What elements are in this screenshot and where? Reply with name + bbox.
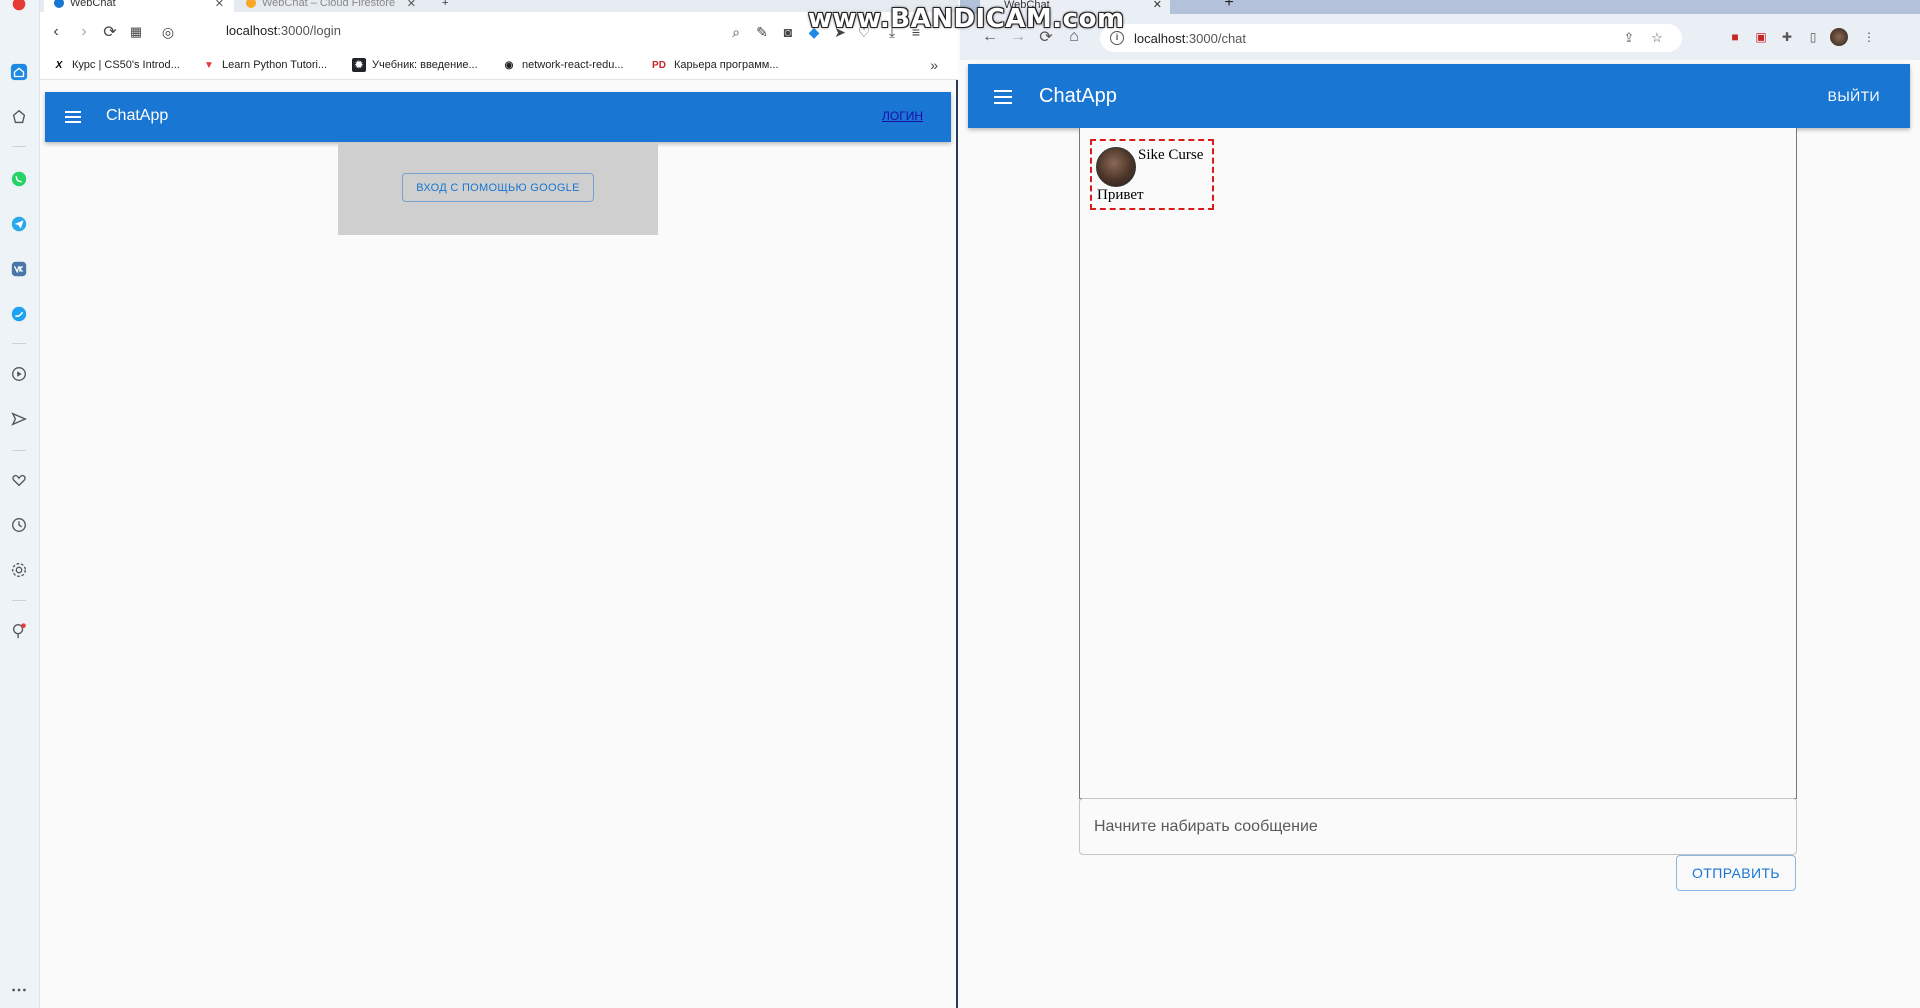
bookmark-item[interactable]: ✹ Учебник: введение... (352, 58, 478, 72)
bookmark-favicon-icon: X (55, 59, 63, 71)
extensions-puzzle-icon[interactable]: ✚ (1778, 28, 1796, 46)
speed-dial-icon[interactable] (9, 107, 29, 127)
whatsapp-icon[interactable] (9, 169, 29, 189)
bookmark-item[interactable]: PD Карьера программ... (650, 58, 779, 72)
chrome-menu-icon[interactable]: ⋮ (1860, 28, 1878, 46)
url-host: localhost (226, 23, 278, 38)
app-title: ChatApp (1039, 85, 1117, 107)
address-bar[interactable]: i localhost:3000/chat ⇪ ☆ (1100, 24, 1682, 52)
bookmark-favicon-icon: ◉ (504, 59, 514, 71)
chat-messages-area[interactable]: Sike Curse Привет (1079, 128, 1797, 799)
forward-icon[interactable]: › (74, 22, 94, 42)
close-window-icon[interactable] (9, 0, 29, 14)
send-icon[interactable] (9, 409, 29, 429)
message-text: Привет (1097, 187, 1144, 203)
settings-icon[interactable] (9, 560, 29, 580)
tab-grid-icon[interactable]: ▦ (126, 22, 146, 42)
bookmark-label: Learn Python Tutori... (222, 59, 328, 71)
message-input-field[interactable] (1079, 798, 1797, 855)
close-tab-icon[interactable]: ✕ (407, 0, 416, 10)
sidebar-divider (12, 343, 26, 344)
avatar (1096, 147, 1136, 187)
app-title: ChatApp (106, 107, 169, 124)
back-icon[interactable]: ‹ (46, 22, 66, 42)
bookmark-label: Курс | CS50's Introd... (72, 59, 180, 71)
extension-icon[interactable]: ■ (1726, 28, 1744, 46)
close-tab-icon[interactable]: ✕ (1153, 0, 1162, 11)
bookmark-favicon-icon: ▼ (204, 59, 214, 71)
app-bar: ChatApp ЛОГИН (45, 92, 951, 142)
tips-icon[interactable] (9, 621, 29, 641)
bookmark-item[interactable]: X Курс | CS50's Introd... (52, 58, 180, 72)
screen: WebChat ✕ WebChat – Cloud Firestore ✕ + … (0, 0, 1920, 1008)
bookmark-favicon-icon: PD (652, 59, 666, 71)
bookmark-label: network-react-redu... (522, 59, 624, 71)
camera-icon[interactable]: ◙ (778, 22, 798, 42)
extension-icon[interactable]: ▣ (1752, 28, 1770, 46)
right-browser-window: WebChat ✕ + ← → ⟳ ⌂ i localhost:3000/cha… (960, 0, 1920, 1008)
sidebar-divider (12, 450, 26, 451)
reload-icon[interactable]: ⟳ (100, 22, 120, 42)
url-path: :3000/login (277, 23, 341, 38)
tab-label: WebChat – Cloud Firestore (262, 0, 396, 9)
address-bar[interactable]: localhost:3000/login (226, 23, 341, 38)
bookmark-label: Учебник: введение... (372, 59, 478, 71)
bookmarks-overflow-icon[interactable]: » (930, 57, 938, 73)
telegram-icon[interactable] (9, 214, 29, 234)
twitter-icon[interactable] (9, 304, 29, 324)
message-input[interactable] (1080, 799, 1796, 854)
history-icon[interactable] (9, 515, 29, 535)
send-button[interactable]: ОТПРАВИТЬ (1676, 855, 1796, 891)
more-options-icon[interactable] (9, 980, 29, 1000)
home-icon[interactable] (9, 62, 29, 82)
tab-firestore[interactable]: WebChat – Cloud Firestore ✕ (236, 0, 426, 12)
hamburger-menu-icon[interactable] (994, 86, 1012, 106)
url-path: :3000/chat (1185, 31, 1247, 46)
url-host: localhost (1134, 31, 1186, 46)
edit-icon[interactable]: ✎ (752, 22, 772, 42)
message-author: Sike Curse (1138, 147, 1204, 163)
new-tab-button[interactable]: + (432, 0, 452, 12)
hamburger-menu-icon[interactable] (65, 108, 81, 126)
player-icon[interactable] (9, 364, 29, 384)
url-text: localhost:3000/chat (1134, 31, 1246, 46)
vk-icon[interactable] (9, 259, 29, 279)
bookmark-label: Карьера программ... (674, 59, 779, 71)
tab-label: WebChat (70, 0, 116, 9)
chat-message: Sike Curse Привет (1090, 139, 1214, 210)
new-tab-button[interactable]: + (1218, 0, 1240, 14)
bandicam-watermark: www.BANDICAM.com (808, 4, 1125, 34)
google-login-button[interactable]: ВХОД С ПОМОЩЬЮ GOOGLE (402, 173, 594, 202)
left-browser-window: WebChat ✕ WebChat – Cloud Firestore ✕ + … (0, 0, 958, 1008)
sidebar-divider (12, 146, 26, 147)
browser-sidebar (0, 0, 40, 1008)
tab-webchat-login[interactable]: WebChat ✕ (44, 0, 234, 12)
bookmarks-bar: X Курс | CS50's Introd... ▼ Learn Python… (40, 52, 958, 80)
profile-avatar[interactable] (1830, 28, 1848, 46)
bookmark-favicon-icon: ✹ (352, 58, 366, 72)
login-container: ВХОД С ПОМОЩЬЮ GOOGLE (338, 143, 658, 235)
tab-favicon-icon (54, 0, 64, 8)
bookmark-item[interactable]: ▼ Learn Python Tutori... (202, 58, 327, 72)
heart-icon[interactable] (9, 470, 29, 490)
logout-button[interactable]: ВЫЙТИ (1828, 88, 1880, 104)
close-tab-icon[interactable]: ✕ (215, 0, 224, 10)
tab-favicon-icon (246, 0, 256, 8)
login-link[interactable]: ЛОГИН (882, 109, 923, 123)
side-panel-icon[interactable]: ▯ (1804, 28, 1822, 46)
bookmark-star-icon[interactable]: ☆ (1648, 29, 1666, 47)
share-icon[interactable]: ⇪ (1620, 29, 1638, 47)
bookmark-item[interactable]: ◉ network-react-redu... (502, 58, 624, 72)
sidebar-divider (12, 600, 26, 601)
site-info-icon[interactable]: ◎ (158, 22, 178, 42)
app-bar: ChatApp ВЫЙТИ (968, 64, 1910, 128)
zoom-icon[interactable]: ⌕ (726, 22, 746, 42)
